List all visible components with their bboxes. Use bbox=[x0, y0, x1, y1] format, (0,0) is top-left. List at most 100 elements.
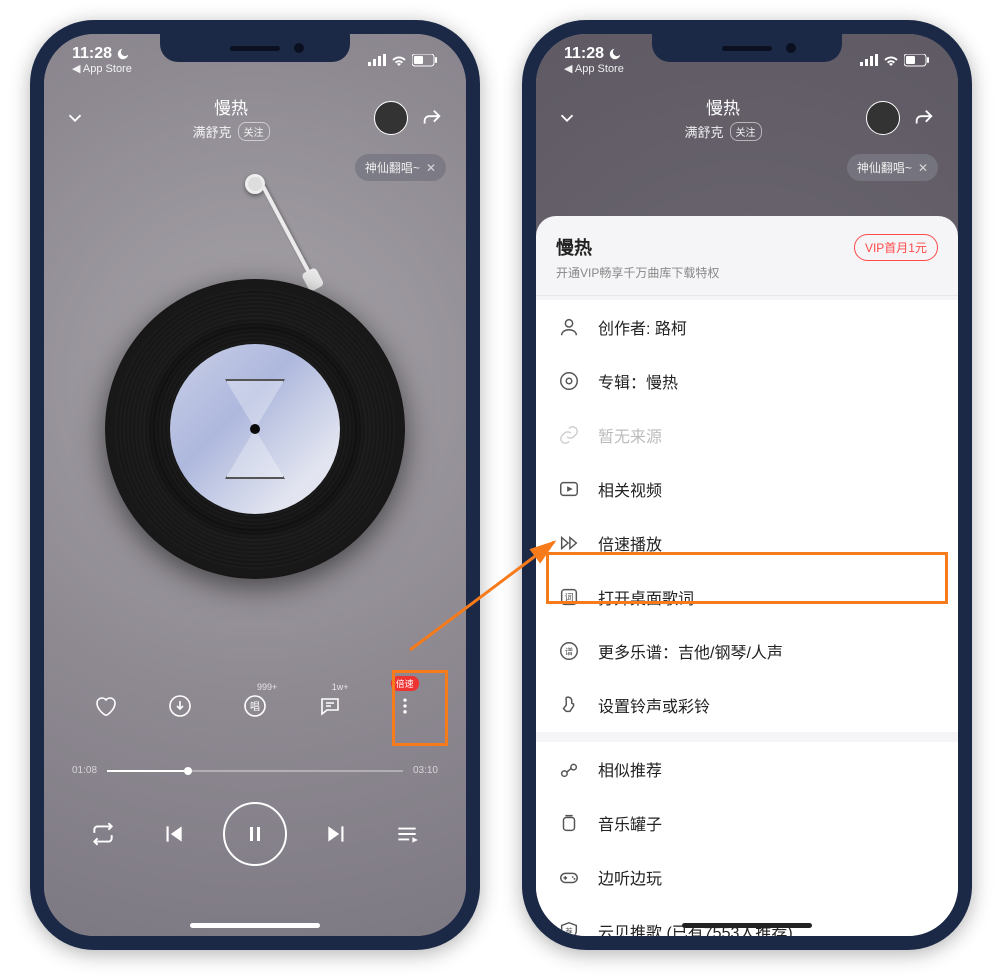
repeat-button[interactable] bbox=[83, 814, 123, 854]
menu-gameplay[interactable]: 边听边玩 bbox=[536, 850, 958, 904]
menu-label: 创作者: 路柯 bbox=[598, 315, 687, 339]
tag-chip[interactable]: 神仙翻唱~ ✕ bbox=[847, 154, 938, 181]
menu-similar[interactable]: 相似推荐 bbox=[536, 742, 958, 796]
jar-icon bbox=[556, 810, 582, 836]
artist-avatar[interactable] bbox=[374, 101, 408, 135]
sheet-subtitle: 开通VIP畅享千万曲库下载特权 bbox=[556, 264, 719, 281]
share-button[interactable] bbox=[910, 104, 938, 132]
menu-speed[interactable]: 倍速播放 bbox=[536, 516, 958, 570]
time-elapsed: 01:08 bbox=[72, 765, 97, 776]
menu-promote[interactable]: 荐 云贝推歌 (已有7553人推荐) bbox=[536, 904, 958, 936]
menu-score[interactable]: 谱 更多乐谱：吉他/钢琴/人声 bbox=[536, 624, 958, 678]
status-icons bbox=[368, 54, 438, 67]
chevron-down-icon bbox=[64, 107, 86, 129]
follow-button[interactable]: 关注 bbox=[238, 122, 270, 141]
karaoke-button[interactable]: 唱 999+ bbox=[235, 686, 275, 726]
next-button[interactable] bbox=[317, 814, 357, 854]
back-to-app[interactable]: ◀ App Store bbox=[564, 63, 624, 75]
signal-icon bbox=[860, 54, 878, 66]
time-total: 03:10 bbox=[413, 765, 438, 776]
menu-label: 音乐罐子 bbox=[598, 811, 662, 835]
bell-icon bbox=[556, 692, 582, 718]
vip-pill[interactable]: VIP首月1元 bbox=[854, 234, 938, 261]
vinyl-disc[interactable] bbox=[105, 279, 405, 579]
progress-track[interactable] bbox=[107, 770, 403, 772]
menu-label: 倍速播放 bbox=[598, 531, 662, 555]
battery-icon bbox=[412, 54, 438, 67]
battery-icon bbox=[904, 54, 930, 67]
screen-right: 11:28 ◀ App Store 慢热 满舒克 关注 bbox=[536, 34, 958, 936]
comment-button[interactable]: 1w+ bbox=[310, 686, 350, 726]
menu-label: 边听边玩 bbox=[598, 865, 662, 889]
chevron-down-icon bbox=[556, 107, 578, 129]
menu-jar[interactable]: 音乐罐子 bbox=[536, 796, 958, 850]
home-indicator[interactable] bbox=[682, 923, 812, 928]
user-icon bbox=[556, 314, 582, 340]
menu-creator[interactable]: 创作者: 路柯 bbox=[536, 300, 958, 354]
share-icon bbox=[421, 107, 443, 129]
close-icon[interactable]: ✕ bbox=[426, 161, 436, 175]
more-vertical-icon bbox=[395, 696, 415, 716]
artist-name[interactable]: 满舒克 bbox=[192, 122, 231, 141]
prev-button[interactable] bbox=[153, 814, 193, 854]
playlist-icon bbox=[394, 821, 420, 847]
song-title: 慢热 bbox=[88, 94, 374, 119]
tag-label: 神仙翻唱~ bbox=[857, 159, 912, 176]
similar-icon bbox=[556, 756, 582, 782]
like-button[interactable] bbox=[85, 686, 125, 726]
svg-text:唱: 唱 bbox=[250, 701, 260, 713]
menu-source: 暂无来源 bbox=[536, 408, 958, 462]
wifi-icon bbox=[883, 54, 899, 66]
download-icon bbox=[168, 694, 192, 718]
title-area: 慢热 满舒克 关注 bbox=[88, 94, 374, 141]
download-button[interactable] bbox=[160, 686, 200, 726]
menu-desktop-lyrics[interactable]: 词 打开桌面歌词 bbox=[536, 570, 958, 624]
svg-text:谱: 谱 bbox=[565, 647, 573, 657]
menu-label: 专辑：慢热 bbox=[598, 369, 678, 393]
top-nav: 慢热 满舒克 关注 bbox=[536, 94, 958, 141]
phone-left: 11:28 ◀ App Store 慢热 满舒克 关注 bbox=[30, 20, 480, 950]
menu-label: 相似推荐 bbox=[598, 757, 662, 781]
time-text: 11:28 bbox=[72, 45, 112, 63]
menu-label: 相关视频 bbox=[598, 477, 662, 501]
notch bbox=[652, 34, 842, 62]
progress-bar[interactable]: 01:08 03:10 bbox=[72, 765, 438, 776]
svg-text:荐: 荐 bbox=[565, 927, 572, 936]
collapse-button[interactable] bbox=[556, 107, 580, 129]
more-button[interactable]: 倍速 bbox=[385, 686, 425, 726]
menu-album[interactable]: 专辑：慢热 bbox=[536, 354, 958, 408]
gamepad-icon bbox=[556, 864, 582, 890]
moon-icon bbox=[116, 47, 130, 61]
status-left: 11:28 ◀ App Store bbox=[72, 45, 132, 75]
collapse-button[interactable] bbox=[64, 107, 88, 129]
menu-list: 创作者: 路柯 专辑：慢热 暂无来源 相关视频 倍速播放 bbox=[536, 296, 958, 936]
hourglass-icon bbox=[225, 379, 285, 479]
tag-label: 神仙翻唱~ bbox=[365, 159, 420, 176]
follow-button[interactable]: 关注 bbox=[730, 122, 762, 141]
album-art bbox=[170, 344, 340, 514]
playlist-button[interactable] bbox=[387, 814, 427, 854]
repeat-icon bbox=[90, 821, 116, 847]
share-button[interactable] bbox=[418, 104, 446, 132]
screen-left: 11:28 ◀ App Store 慢热 满舒克 关注 bbox=[44, 34, 466, 936]
pause-button[interactable] bbox=[223, 802, 287, 866]
menu-video[interactable]: 相关视频 bbox=[536, 462, 958, 516]
fastforward-icon bbox=[556, 530, 582, 556]
playback-controls bbox=[44, 802, 466, 866]
back-to-app[interactable]: ◀ App Store bbox=[72, 63, 132, 75]
close-icon[interactable]: ✕ bbox=[918, 161, 928, 175]
menu-ringtone[interactable]: 设置铃声或彩铃 bbox=[536, 678, 958, 732]
video-icon bbox=[556, 476, 582, 502]
heart-icon bbox=[93, 694, 117, 718]
prev-icon bbox=[160, 821, 186, 847]
vinyl-area bbox=[100, 194, 410, 594]
artist-avatar[interactable] bbox=[866, 101, 900, 135]
sheet-title: 慢热 bbox=[556, 234, 719, 260]
comment-icon bbox=[318, 694, 342, 718]
shield-icon: 荐 bbox=[556, 918, 582, 936]
artist-name[interactable]: 满舒克 bbox=[684, 122, 723, 141]
tag-chip[interactable]: 神仙翻唱~ ✕ bbox=[355, 154, 446, 181]
lyrics-icon: 词 bbox=[556, 584, 582, 610]
home-indicator[interactable] bbox=[190, 923, 320, 928]
top-nav: 慢热 满舒克 关注 bbox=[44, 94, 466, 141]
